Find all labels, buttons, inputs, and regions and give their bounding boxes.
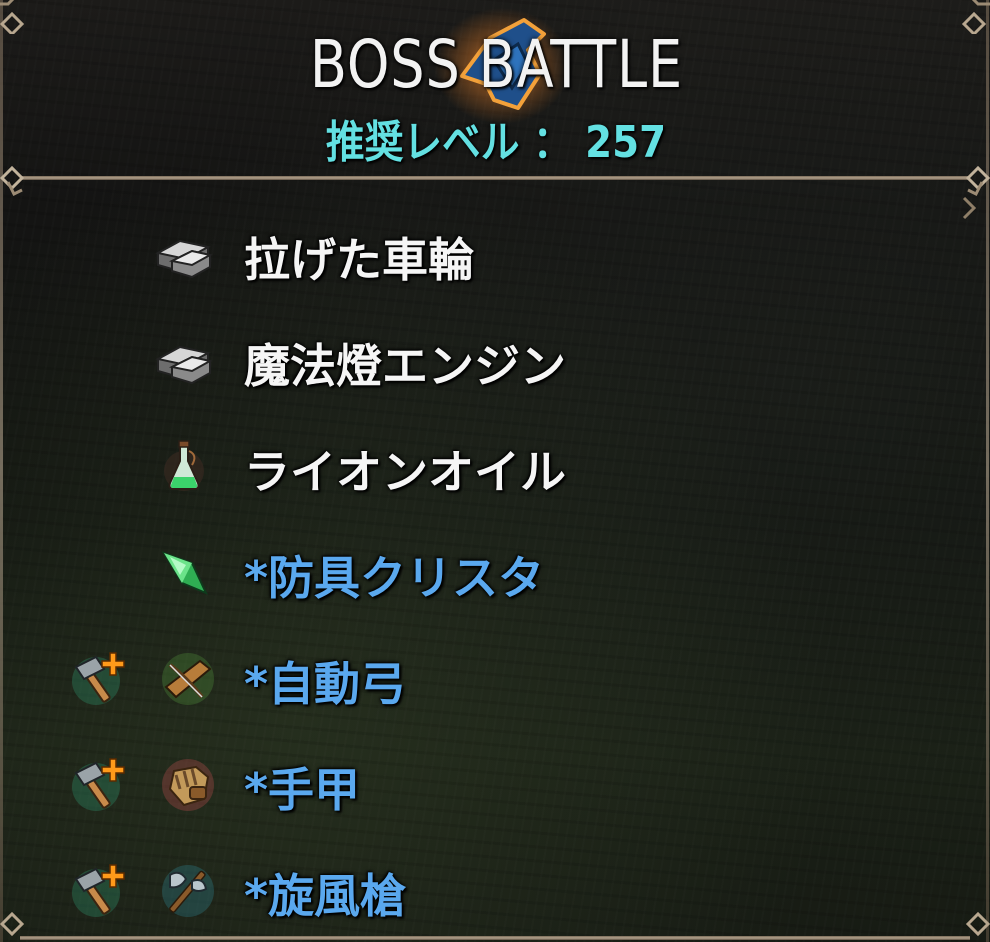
item-name: *自動弓 (244, 657, 407, 711)
list-item[interactable]: *旋風槍 (0, 846, 990, 936)
ornament-divider-left-icon (0, 165, 25, 197)
hammer-plus-icon (72, 864, 125, 917)
list-item[interactable]: 拉げた車輪 (0, 210, 990, 300)
item-name: ライオンオイル (244, 445, 566, 499)
list-item[interactable]: 魔法燈エンジン (0, 316, 990, 406)
item-name: *手甲 (244, 763, 361, 817)
ornament-top-left-icon (0, 0, 25, 34)
list-item[interactable]: ライオンオイル (0, 422, 990, 512)
item-name: 魔法燈エンジン (244, 339, 566, 393)
item-name: *防具クリスタ (244, 551, 545, 605)
hammer-plus-icon (72, 758, 125, 811)
recommended-level: 推奨レベル ： 257 (325, 117, 667, 168)
boss-battle-title: BOSS BATTLE (309, 26, 684, 103)
halberd-icon (162, 865, 214, 917)
crossbow-icon (162, 653, 214, 705)
potion-flask-icon (164, 440, 204, 491)
item-name: 拉げた車輪 (244, 233, 474, 287)
boss-battle-panel: BOSS BATTLE 推奨レベル ： 257 拉げた車輪 魔法燈エンジン ライ… (0, 0, 990, 942)
list-item[interactable]: *手甲 (0, 740, 990, 830)
green-crystal-icon (161, 551, 208, 595)
gauntlet-icon (162, 759, 214, 811)
list-item[interactable]: *自動弓 (0, 634, 990, 724)
hammer-plus-icon (72, 652, 125, 705)
metal-ingot-icon (155, 239, 213, 279)
bottom-frame-line (20, 936, 970, 940)
header-divider (20, 176, 970, 180)
item-name: *旋風槍 (244, 869, 407, 923)
ornament-top-right-icon (961, 0, 990, 34)
metal-ingot-icon (155, 345, 213, 385)
list-item[interactable]: *防具クリスタ (0, 528, 990, 618)
